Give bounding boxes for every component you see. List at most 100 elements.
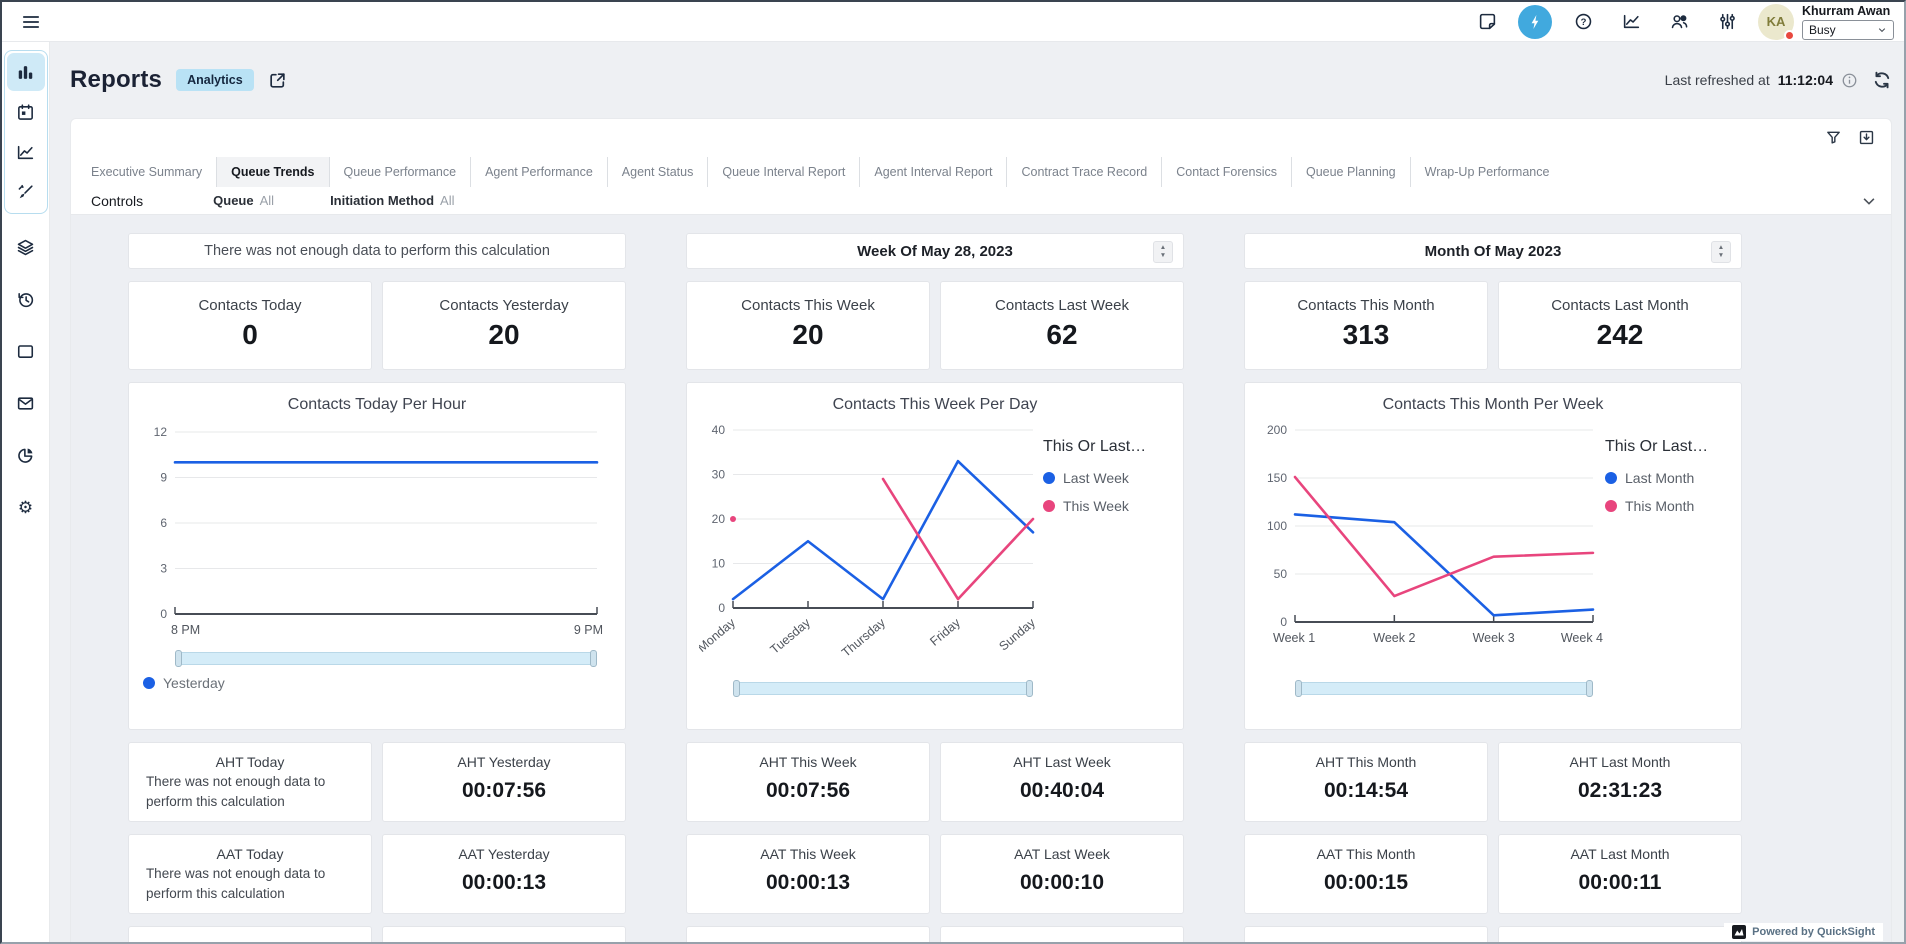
sidebar-item-design-brush-icon[interactable] <box>7 173 45 211</box>
aat-row: AAT This Month 00:00:15 AAT Last Month 0… <box>1244 834 1742 914</box>
tab-executive-summary[interactable]: Executive Summary <box>77 157 216 187</box>
sidebar-item-gear-icon[interactable]: ⚙ <box>7 488 45 526</box>
sidebar-item-layers-icon[interactable] <box>7 228 45 266</box>
aht-row: AHT Today There was not enough data to p… <box>128 742 626 822</box>
main-area: Reports Analytics Last refreshed at 11:1… <box>50 42 1904 942</box>
metric-aat-today: AAT Today There was not enough data to p… <box>128 834 372 914</box>
sidebar-item-line-chart-icon[interactable] <box>7 133 45 171</box>
kpi-contacts-this-week: Contacts This Week 20 <box>686 281 930 370</box>
svg-text:?: ? <box>1580 17 1586 28</box>
metric-aht-this-week: AHT This Week 00:07:56 <box>686 742 930 822</box>
filter-label: Queue <box>213 193 253 208</box>
scrollbar-handle-right[interactable] <box>590 650 597 667</box>
svg-text:3: 3 <box>160 562 167 576</box>
powered-by-quicksight[interactable]: Powered by QuickSight <box>1724 923 1883 941</box>
legend-dot <box>1605 472 1617 484</box>
kpi-value: 0 <box>242 319 258 351</box>
analytics-badge: Analytics <box>176 69 254 91</box>
svg-text:50: 50 <box>1274 567 1288 581</box>
metric-value: 00:00:15 <box>1324 871 1408 895</box>
tab-agent-status[interactable]: Agent Status <box>607 157 708 187</box>
metric-label: AHT Yesterday <box>457 754 550 770</box>
kpi-label: Contacts This Month <box>1297 297 1434 314</box>
user-area: KA Khurram Awan Busy <box>1758 4 1894 40</box>
legend-entry[interactable]: Last Month <box>1605 470 1729 486</box>
sidebar-item-calendar-icon[interactable] <box>7 93 45 131</box>
chart-legend[interactable]: Yesterday <box>143 675 613 691</box>
legend-entry[interactable]: Last Week <box>1043 470 1169 486</box>
filter-icon[interactable] <box>1825 129 1842 146</box>
chart-scrollbar[interactable] <box>1295 682 1593 695</box>
step-down-icon[interactable]: ▼ <box>1718 253 1724 260</box>
external-link-icon[interactable] <box>268 71 287 90</box>
legend-entry[interactable]: This Month <box>1605 498 1729 514</box>
tab-queue-performance[interactable]: Queue Performance <box>329 157 471 187</box>
tab-contact-forensics[interactable]: Contact Forensics <box>1161 157 1291 187</box>
kpi-label: Contacts Today <box>198 297 301 314</box>
legend-label: This Week <box>1063 498 1129 514</box>
scrollbar-handle-left[interactable] <box>175 650 182 667</box>
legend-title: This Or Last… <box>1043 438 1169 456</box>
svg-text:0: 0 <box>160 607 167 621</box>
refresh-icon[interactable] <box>1872 70 1892 90</box>
tab-queue-trends[interactable]: Queue Trends <box>216 157 328 187</box>
line-chart-contacts-this-week: 010203040MondayTuesdayThursdayFridaySund… <box>699 414 1043 682</box>
avatar[interactable]: KA <box>1758 4 1794 40</box>
line-chart-contacts-today: 0369128 PM9 PM <box>141 414 611 650</box>
note-icon[interactable] <box>1470 5 1504 39</box>
legend-label: Last Month <box>1625 470 1694 486</box>
kpi-row: Contacts This Week 20 Contacts Last Week… <box>686 281 1184 370</box>
metric-value: 00:40:04 <box>1020 779 1104 803</box>
column-week: Week Of May 28, 2023 ▲▼ Contacts This We… <box>686 233 1184 942</box>
collapse-controls-icon[interactable] <box>1861 193 1877 209</box>
tab-queue-planning[interactable]: Queue Planning <box>1291 157 1410 187</box>
filter-initiation-method[interactable]: Initiation Method All <box>330 193 454 208</box>
info-icon[interactable] <box>1841 72 1858 89</box>
scrollbar-handle-left[interactable] <box>1295 680 1302 697</box>
step-down-icon[interactable]: ▼ <box>1160 253 1166 260</box>
metric-value: 02:31:23 <box>1578 779 1662 803</box>
lightning-icon[interactable] <box>1518 5 1552 39</box>
scrollbar-handle-left[interactable] <box>733 680 740 697</box>
legend-label: Yesterday <box>163 675 225 691</box>
sidebar-item-history-icon[interactable] <box>7 280 45 318</box>
report-panel: Executive SummaryQueue TrendsQueue Perfo… <box>70 118 1892 942</box>
help-icon[interactable]: ? <box>1566 5 1600 39</box>
sidebar-item-mail-icon[interactable] <box>7 384 45 422</box>
scrollbar-handle-right[interactable] <box>1586 680 1593 697</box>
kpi-row: Contacts This Month 313 Contacts Last Mo… <box>1244 281 1742 370</box>
tab-queue-interval-report[interactable]: Queue Interval Report <box>707 157 859 187</box>
status-select[interactable]: Busy <box>1802 20 1894 40</box>
step-up-icon[interactable]: ▲ <box>1160 245 1166 252</box>
sidebar-item-pie-chart-icon[interactable] <box>7 436 45 474</box>
tab-wrap-up-performance[interactable]: Wrap-Up Performance <box>1410 157 1564 187</box>
sliders-icon[interactable] <box>1710 5 1744 39</box>
tab-agent-interval-report[interactable]: Agent Interval Report <box>859 157 1006 187</box>
people-icon[interactable] <box>1662 5 1696 39</box>
menu-icon[interactable] <box>14 5 48 39</box>
scrollbar-handle-right[interactable] <box>1026 680 1033 697</box>
metric-label: AHT Today <box>216 754 285 770</box>
controls-title: Controls <box>91 193 143 209</box>
svg-text:40: 40 <box>712 423 726 437</box>
svg-text:Week 3: Week 3 <box>1473 631 1515 645</box>
chart-scrollbar[interactable] <box>733 682 1033 695</box>
chart-title: Contacts This Month Per Week <box>1257 396 1729 414</box>
sidebar-item-window-icon[interactable] <box>7 332 45 370</box>
svg-text:0: 0 <box>718 601 725 615</box>
chart-card-contacts-today-per-hour: Contacts Today Per Hour 0369128 PM9 PM Y… <box>128 382 626 730</box>
filter-queue[interactable]: Queue All <box>213 193 274 208</box>
chart-scrollbar[interactable] <box>175 652 597 665</box>
tab-agent-performance[interactable]: Agent Performance <box>470 157 607 187</box>
step-up-icon[interactable]: ▲ <box>1718 245 1724 252</box>
clipped-card <box>128 926 372 942</box>
period-stepper[interactable]: ▲▼ <box>1153 241 1173 263</box>
legend-entry[interactable]: This Week <box>1043 498 1169 514</box>
sidebar-item-bar-chart-icon[interactable] <box>7 53 45 91</box>
tab-contract-trace-record[interactable]: Contract Trace Record <box>1006 157 1161 187</box>
export-icon[interactable] <box>1858 129 1875 146</box>
metric-aht-yesterday: AHT Yesterday 00:07:56 <box>382 742 626 822</box>
line-chart-icon[interactable] <box>1614 5 1648 39</box>
period-stepper[interactable]: ▲▼ <box>1711 241 1731 263</box>
dashboard-columns: There was not enough data to perform thi… <box>128 233 1891 942</box>
